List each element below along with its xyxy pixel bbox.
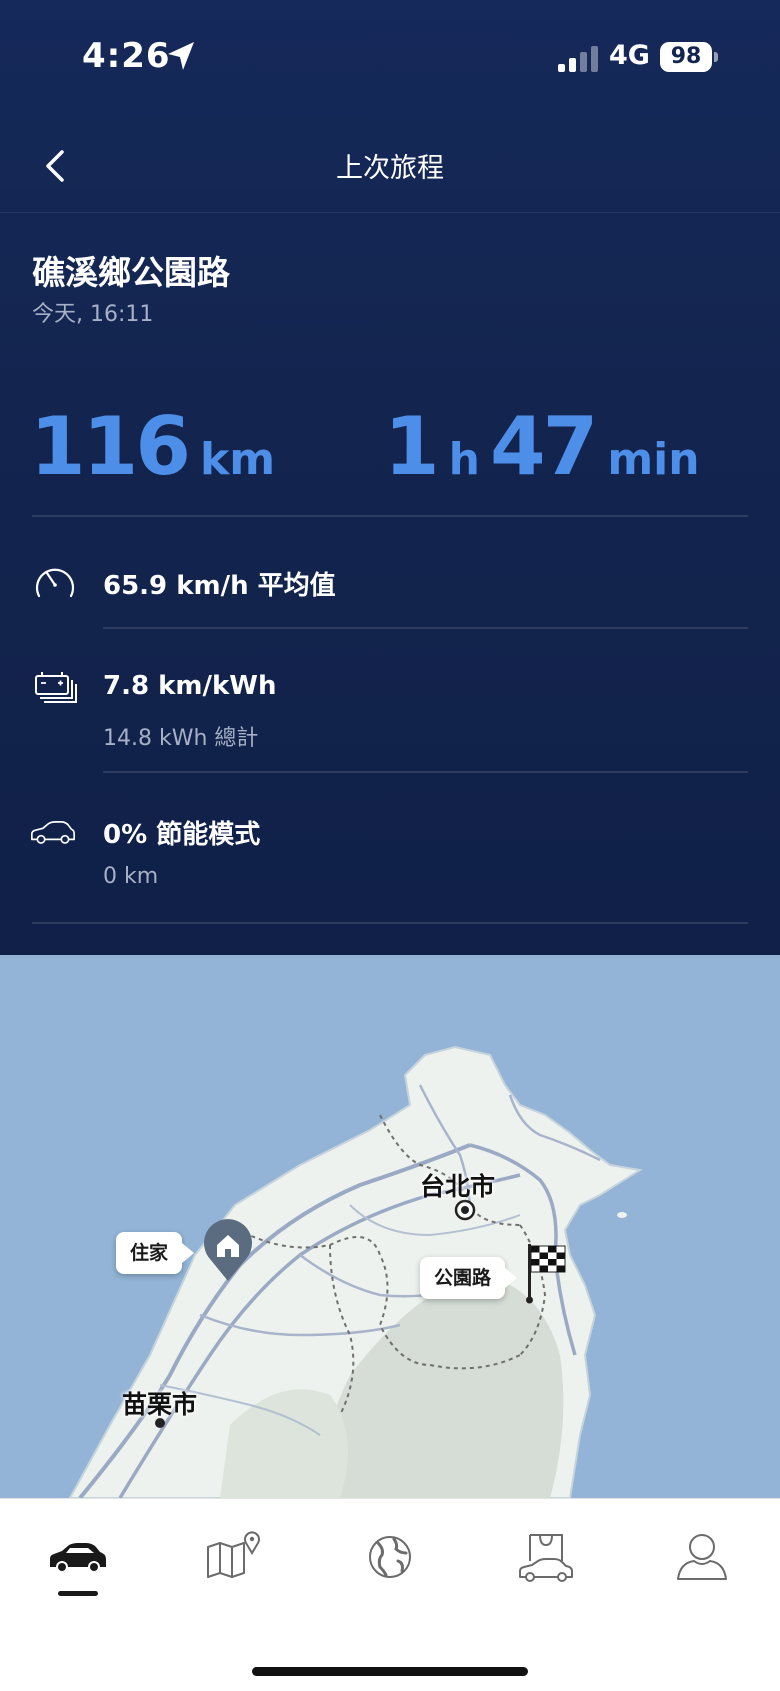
duration-stat: 1 h 47 min [384,400,700,493]
city-label-miaoli: 苗栗市 [122,1390,198,1419]
trip-route-map[interactable]: 台北市 苗栗市 住家 公園路 [0,955,780,1498]
duration-minutes-unit: min [607,434,700,485]
tab-map[interactable] [196,1527,268,1587]
finish-flag-icon[interactable] [518,1240,570,1306]
header-divider [0,212,780,213]
trip-timestamp: 今天, 16:11 [32,302,154,327]
tab-shop[interactable] [510,1527,582,1587]
battery-tip [714,52,718,62]
battery-pack-icon [35,672,77,703]
signal-icon [558,46,598,72]
row-divider [103,627,748,629]
home-pin-icon[interactable] [202,1217,254,1283]
speedometer-icon [35,568,75,598]
stats-divider [32,922,748,924]
duration-hours: 1 [384,400,440,493]
row-divider [103,771,748,773]
destination-label[interactable]: 公園路 [420,1257,518,1299]
page-title: 上次旅程 [336,153,444,184]
home-indicator [252,1667,528,1676]
tab-selected-indicator [58,1591,98,1596]
location-arrow-icon [168,42,194,70]
car-outline-icon [31,821,75,844]
city-label-taipei: 台北市 [420,1172,496,1201]
tab-profile[interactable] [666,1527,738,1587]
distance-stat: 116 km [30,400,275,493]
bottom-tab-bar [0,1498,780,1691]
map-canvas [68,1045,643,1498]
trip-location: 礁溪鄉公園路 [32,253,230,292]
distance-value: 116 [30,400,191,493]
network-type: 4G [609,40,650,71]
tab-car[interactable] [42,1527,114,1587]
energy-total: 14.8 kWh 總計 [103,726,259,751]
eco-distance: 0 km [103,864,159,889]
battery-level: 98 [660,42,712,72]
duration-minutes: 47 [490,400,598,493]
efficiency-value: 7.8 km/kWh [103,671,277,701]
distance-unit: km [200,434,276,485]
duration-hours-unit: h [448,434,480,485]
home-label[interactable]: 住家 [116,1232,195,1274]
stats-divider [32,515,748,517]
eco-mode-value: 0% 節能模式 [103,820,261,850]
status-bar: 4:26 4G 98 [0,0,780,110]
status-time: 4:26 [82,36,171,76]
tab-globe[interactable] [354,1527,426,1587]
avg-speed-value: 65.9 km/h 平均值 [103,571,336,601]
